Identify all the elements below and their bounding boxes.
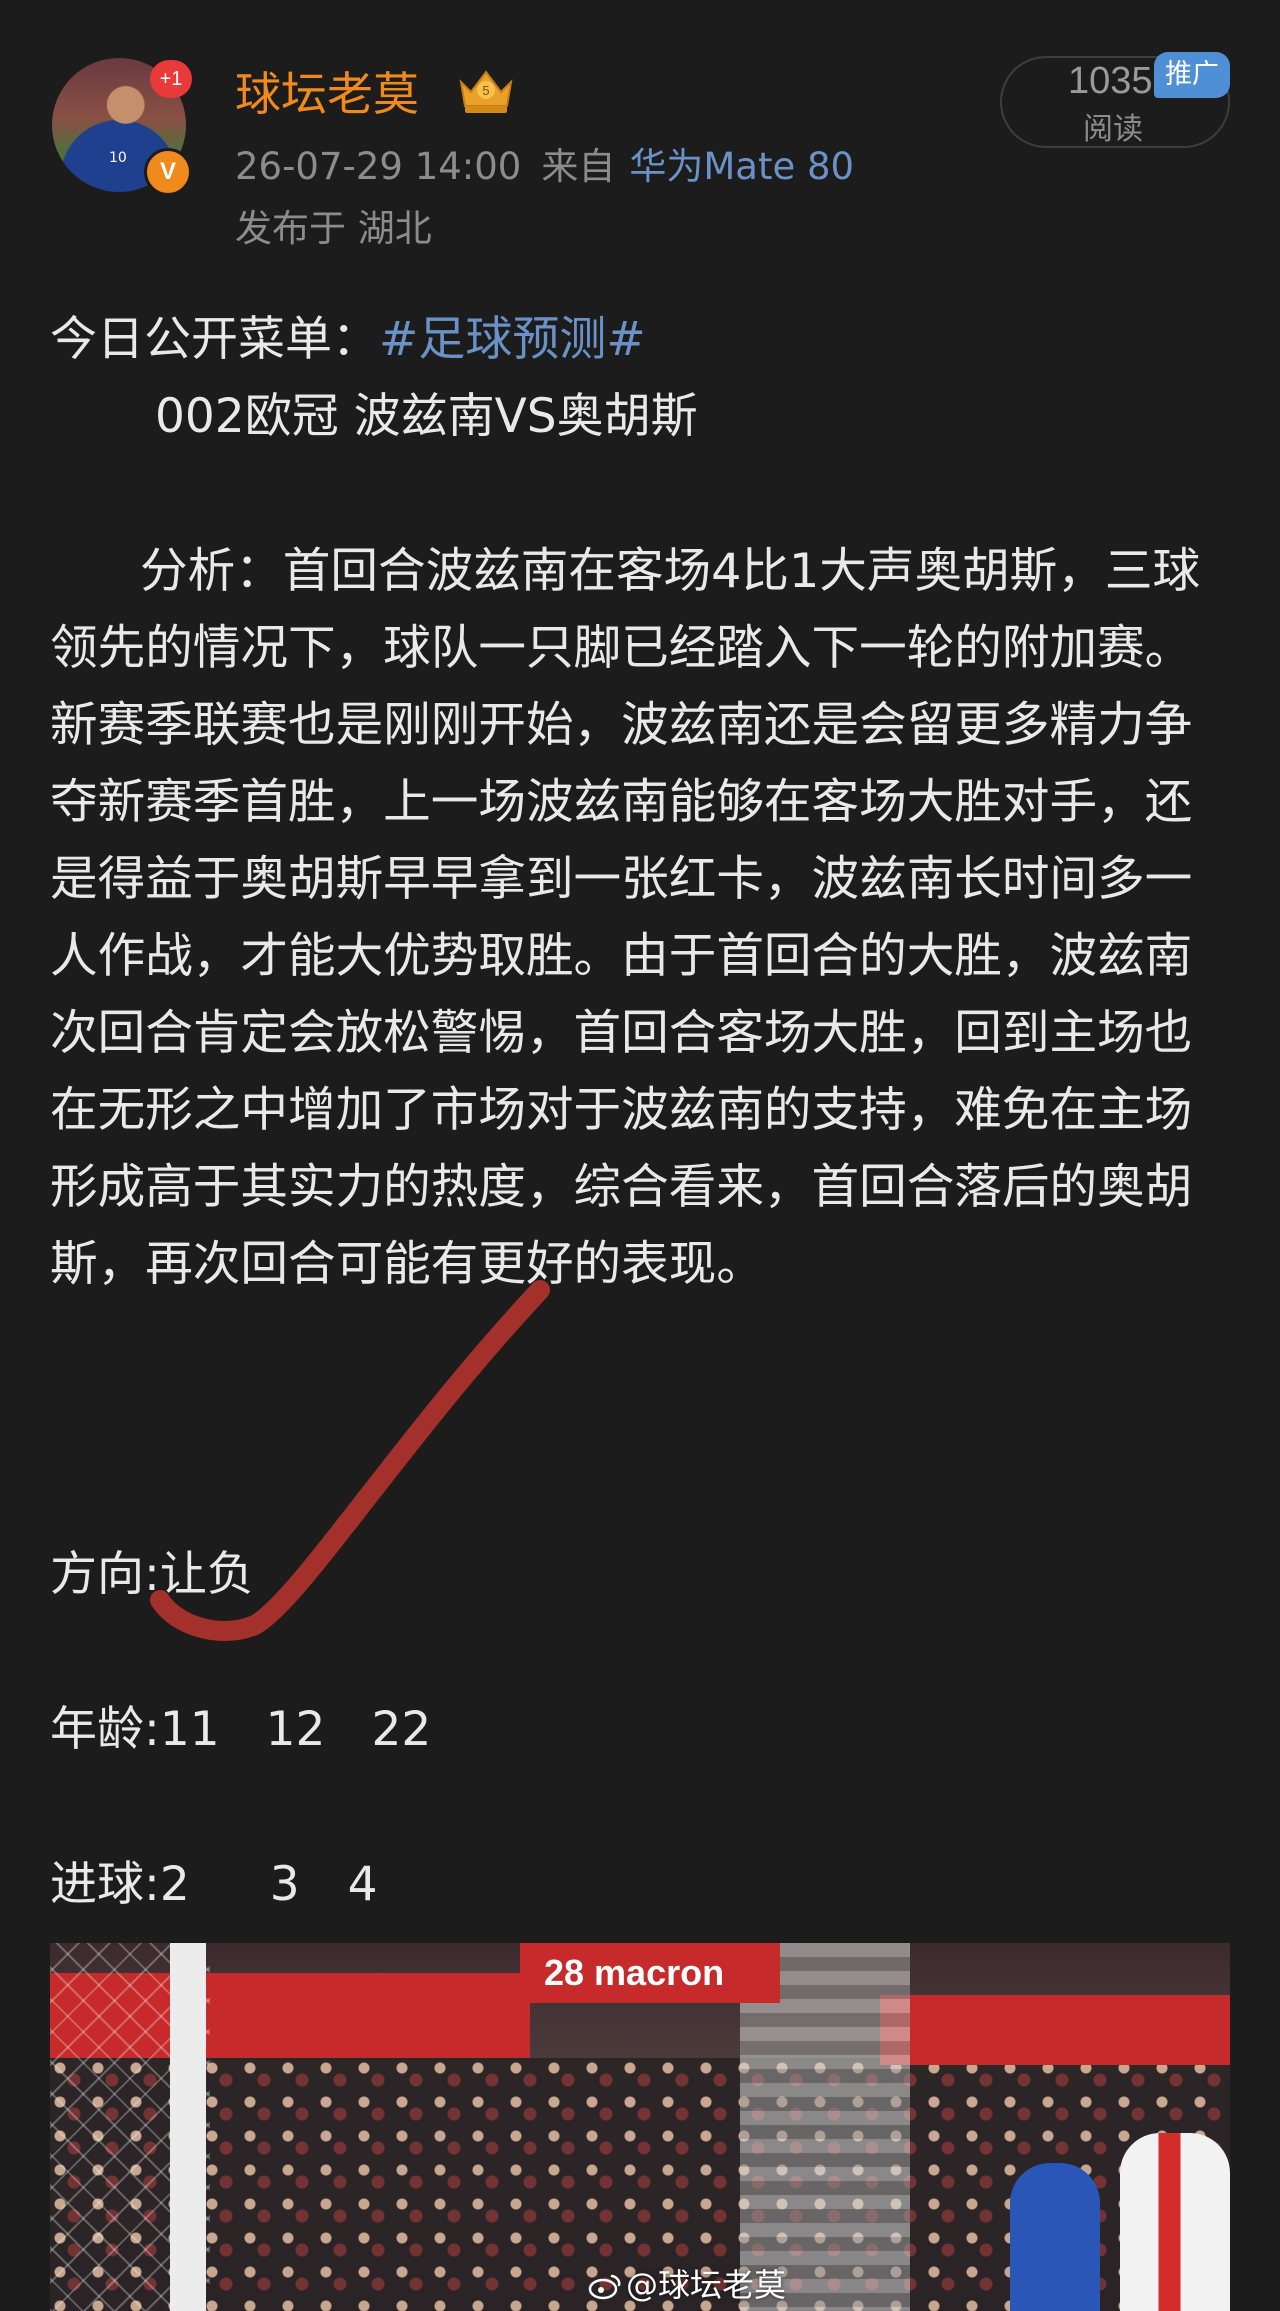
menu-line: 今日公开菜单：#足球预测# [50, 300, 646, 369]
goals-value: 3 [269, 1857, 300, 1912]
verified-badge-icon: V [144, 148, 192, 196]
direction-line: 方向:让负 [50, 1535, 254, 1604]
direction-label: 方向: [50, 1547, 160, 1602]
promo-tag[interactable]: 推广 [1154, 52, 1230, 98]
direction-value: 让负 [159, 1547, 254, 1602]
age-line: 年龄:11 12 22 [50, 1690, 431, 1759]
age-label: 年龄: [50, 1702, 160, 1757]
menu-label: 今日公开菜单： [50, 312, 379, 367]
age-value: 11 [159, 1702, 220, 1757]
post-location: 发布于 湖北 [235, 207, 432, 250]
watermark-text: @球坛老莫 [626, 2266, 787, 2304]
goal-post [170, 1943, 206, 2311]
weibo-icon [588, 2274, 621, 2300]
age-value: 22 [371, 1702, 432, 1757]
avatar-jersey-number: 10 [109, 150, 127, 166]
hashtag-link[interactable]: #足球预测# [379, 312, 646, 367]
image-watermark: @球坛老莫 [588, 2260, 786, 2306]
goals-value: 2 [159, 1857, 190, 1912]
notification-badge: +1 [150, 60, 192, 98]
author-name[interactable]: 球坛老莫 [235, 58, 419, 124]
stand-banner-right [880, 1995, 1230, 2065]
crown-icon: 5 [459, 70, 513, 113]
match-line: 002欧冠 波兹南VS奥胡斯 [155, 389, 698, 444]
svg-text:5: 5 [482, 83, 489, 98]
read-count: 1035 [1068, 60, 1153, 102]
goals-value: 4 [347, 1857, 378, 1912]
post-image[interactable]: 28 macron [50, 1943, 1230, 2311]
read-label: 阅读 [1083, 112, 1143, 147]
analysis-paragraph: 分析：首回合波兹南在客场4比1大声奥胡斯，三球领先的情况下，球队一只脚已经踏入下… [50, 533, 1230, 1303]
goals-line: 进球:2 3 4 [50, 1845, 378, 1914]
source-prefix: 来自 [541, 145, 616, 188]
analysis-text: 分析：首回合波兹南在客场4比1大声奥胡斯，三球领先的情况下，球队一只脚已经踏入下… [50, 544, 1201, 1292]
source-device-link[interactable]: 华为Mate 80 [629, 145, 854, 188]
post-timestamp: 26-07-29 14:00 [235, 145, 522, 188]
post-meta: 26-07-29 14:00 来自 华为Mate 80 [235, 136, 854, 190]
age-value: 12 [265, 1702, 326, 1757]
player-figure-white [1120, 2133, 1230, 2311]
player-figure-blue [1010, 2163, 1100, 2311]
scoreboard-sign: 28 macron [520, 1943, 780, 2003]
goals-label: 进球: [50, 1857, 160, 1912]
